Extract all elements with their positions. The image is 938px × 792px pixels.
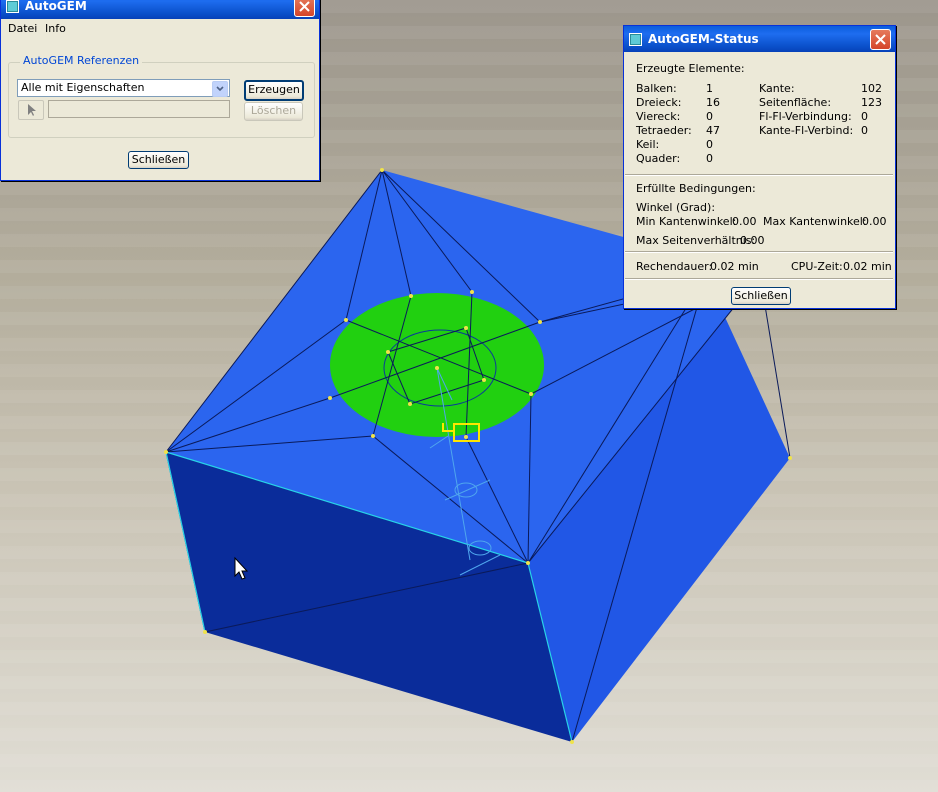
element-count-label: Tetraeder: xyxy=(636,124,692,137)
element-count-value: 47 xyxy=(706,124,720,137)
runtime-label: Rechendauer: xyxy=(636,260,713,273)
element-count-label: Balken: xyxy=(636,82,677,95)
element-count-value: 0 xyxy=(706,138,713,151)
select-pointer-button[interactable] xyxy=(18,100,44,120)
app-icon xyxy=(629,32,642,46)
separator xyxy=(625,251,893,253)
element-count-label: Kante: xyxy=(759,82,795,95)
element-count-label: Kante-Fl-Verbind: xyxy=(759,124,854,137)
create-button[interactable]: Erzeugen xyxy=(244,80,304,101)
delete-button[interactable]: Löschen xyxy=(244,102,303,121)
element-count-label: Viereck: xyxy=(636,110,681,123)
element-count-value: 0 xyxy=(861,110,868,123)
element-count-value: 0 xyxy=(706,152,713,165)
reference-dropdown[interactable]: Alle mit Eigenschaften xyxy=(17,79,230,97)
app-icon xyxy=(6,0,19,13)
min-edge-angle-value: 0.00 xyxy=(732,215,757,228)
max-aspect-label: Max Seitenverhältnis: xyxy=(636,234,756,247)
references-group-label: AutoGEM Referenzen xyxy=(20,54,143,67)
element-count-label: Quader: xyxy=(636,152,681,165)
separator xyxy=(625,174,893,176)
autogem-window: AutoGEM Datei Info AutoGEM Referenzen Al… xyxy=(0,0,320,181)
element-count-value: 1 xyxy=(706,82,713,95)
reference-field[interactable] xyxy=(48,100,230,118)
status-close-x-button[interactable] xyxy=(870,29,891,50)
status-window: AutoGEM-Status Erzeugte Elemente: Erfüll… xyxy=(623,25,896,309)
menu-info[interactable]: Info xyxy=(45,22,66,35)
element-count-value: 0 xyxy=(861,124,868,137)
angle-label: Winkel (Grad): xyxy=(636,201,716,214)
pointer-icon xyxy=(28,104,36,116)
created-elements-header: Erzeugte Elemente: xyxy=(636,62,745,75)
element-count-value: 102 xyxy=(861,82,882,95)
runtime-value: 0.02 min xyxy=(710,260,759,273)
element-count-value: 16 xyxy=(706,96,720,109)
reference-dropdown-value: Alle mit Eigenschaften xyxy=(21,81,145,94)
element-count-value: 123 xyxy=(861,96,882,109)
autogem-close-button[interactable] xyxy=(294,0,315,17)
autogem-title: AutoGEM xyxy=(25,0,87,13)
chevron-down-icon[interactable] xyxy=(212,81,228,97)
max-edge-angle-value: 0.00 xyxy=(862,215,887,228)
max-aspect-value: 0.00 xyxy=(740,234,765,247)
menu-bar: Datei Info xyxy=(1,19,319,39)
separator xyxy=(625,278,893,280)
element-count-label: Seitenfläche: xyxy=(759,96,832,109)
status-titlebar[interactable]: AutoGEM-Status xyxy=(624,26,895,52)
conditions-header: Erfüllte Bedingungen: xyxy=(636,182,756,195)
element-count-label: Dreieck: xyxy=(636,96,682,109)
close-icon xyxy=(299,1,310,12)
status-title: AutoGEM-Status xyxy=(648,32,759,46)
close-icon xyxy=(875,34,886,45)
element-count-label: Keil: xyxy=(636,138,660,151)
model-circle-region xyxy=(330,293,544,437)
min-edge-angle-label: Min Kantenwinkel: xyxy=(636,215,737,228)
status-close-button[interactable]: Schließen xyxy=(731,287,791,305)
cpu-value: 0.02 min xyxy=(843,260,892,273)
close-button[interactable]: Schließen xyxy=(128,151,189,169)
element-count-label: Fl-Fl-Verbindung: xyxy=(759,110,852,123)
element-count-value: 0 xyxy=(706,110,713,123)
cpu-label: CPU-Zeit: xyxy=(791,260,843,273)
autogem-titlebar[interactable]: AutoGEM xyxy=(1,0,319,19)
max-edge-angle-label: Max Kantenwinkel: xyxy=(763,215,867,228)
menu-datei[interactable]: Datei xyxy=(8,22,37,35)
